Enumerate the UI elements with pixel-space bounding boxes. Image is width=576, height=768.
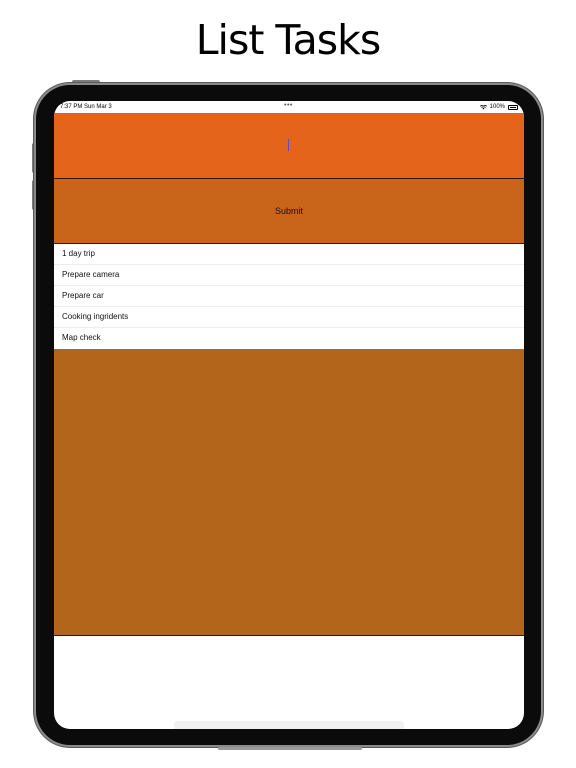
task-item[interactable]: Prepare car: [54, 286, 524, 307]
status-bar: 7:37 PM Sun Mar 3 ••• 100%: [54, 101, 524, 113]
battery-icon: [508, 104, 518, 110]
task-input-container[interactable]: [54, 113, 524, 180]
task-input[interactable]: [54, 113, 524, 180]
app-store-screenshot: List Tasks 7:37 PM Sun Mar 3 ••• 100% Su…: [0, 0, 576, 768]
status-time: 7:37 PM Sun Mar 3: [60, 104, 112, 110]
text-caret: [288, 139, 289, 151]
task-item[interactable]: Cooking ingridents: [54, 307, 524, 328]
empty-content-area: [54, 349, 524, 636]
marketing-headline: List Tasks: [195, 16, 382, 64]
task-item[interactable]: Prepare camera: [54, 265, 524, 286]
submit-button[interactable]: Submit: [54, 179, 524, 244]
task-list: 1 day trip Prepare camera Prepare car Co…: [54, 244, 524, 348]
battery-percent: 100%: [489, 104, 505, 110]
wifi-icon: [479, 104, 487, 109]
status-right: 100%: [479, 104, 518, 110]
shortcuts-bar: [174, 721, 404, 729]
home-indicator[interactable]: [218, 747, 362, 750]
device-screen: 7:37 PM Sun Mar 3 ••• 100% Submit 1 day …: [54, 101, 524, 729]
multitasking-dots-icon[interactable]: •••: [284, 102, 293, 109]
task-item[interactable]: 1 day trip: [54, 244, 524, 265]
task-item[interactable]: Map check: [54, 328, 524, 348]
